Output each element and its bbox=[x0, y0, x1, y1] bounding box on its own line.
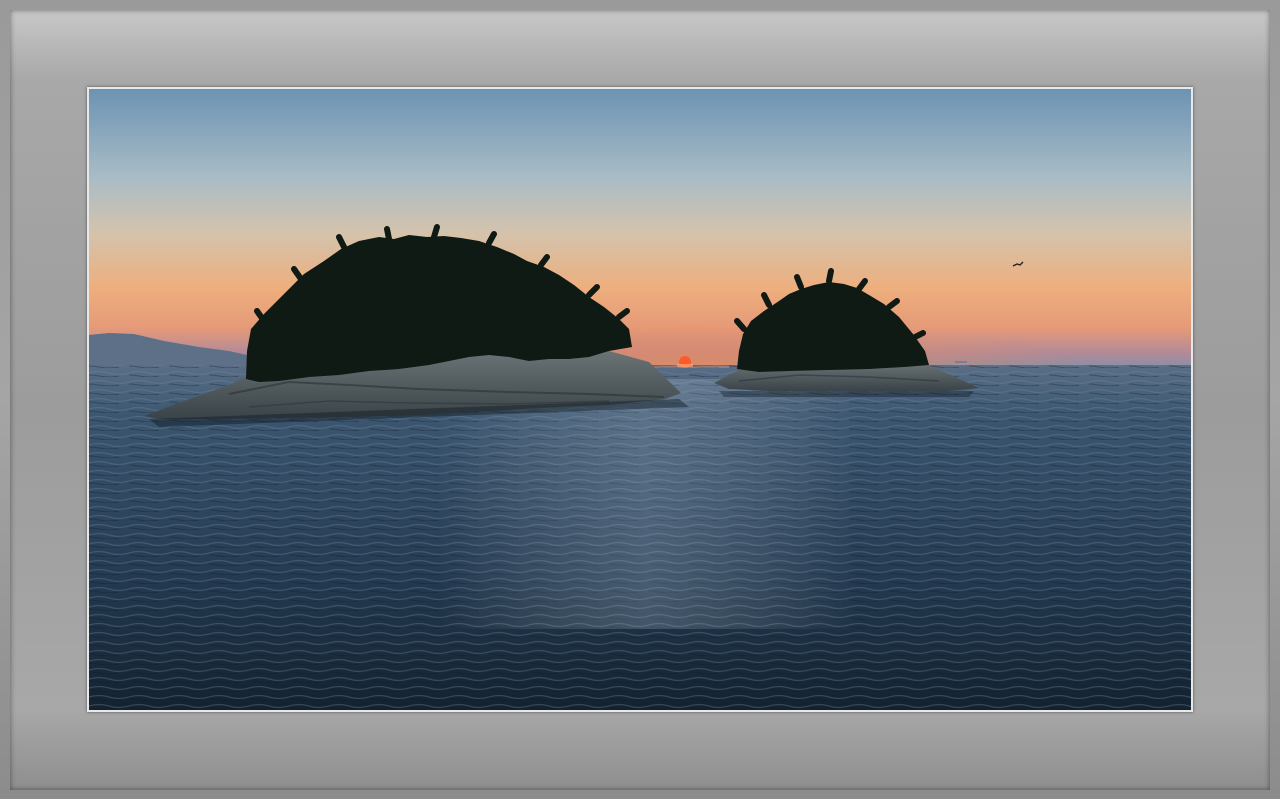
sunset-photo bbox=[89, 89, 1191, 710]
photo-mat bbox=[87, 87, 1193, 712]
sea-shimmer bbox=[439, 379, 859, 629]
picture-frame bbox=[0, 0, 1280, 799]
distant-ship bbox=[955, 361, 967, 363]
